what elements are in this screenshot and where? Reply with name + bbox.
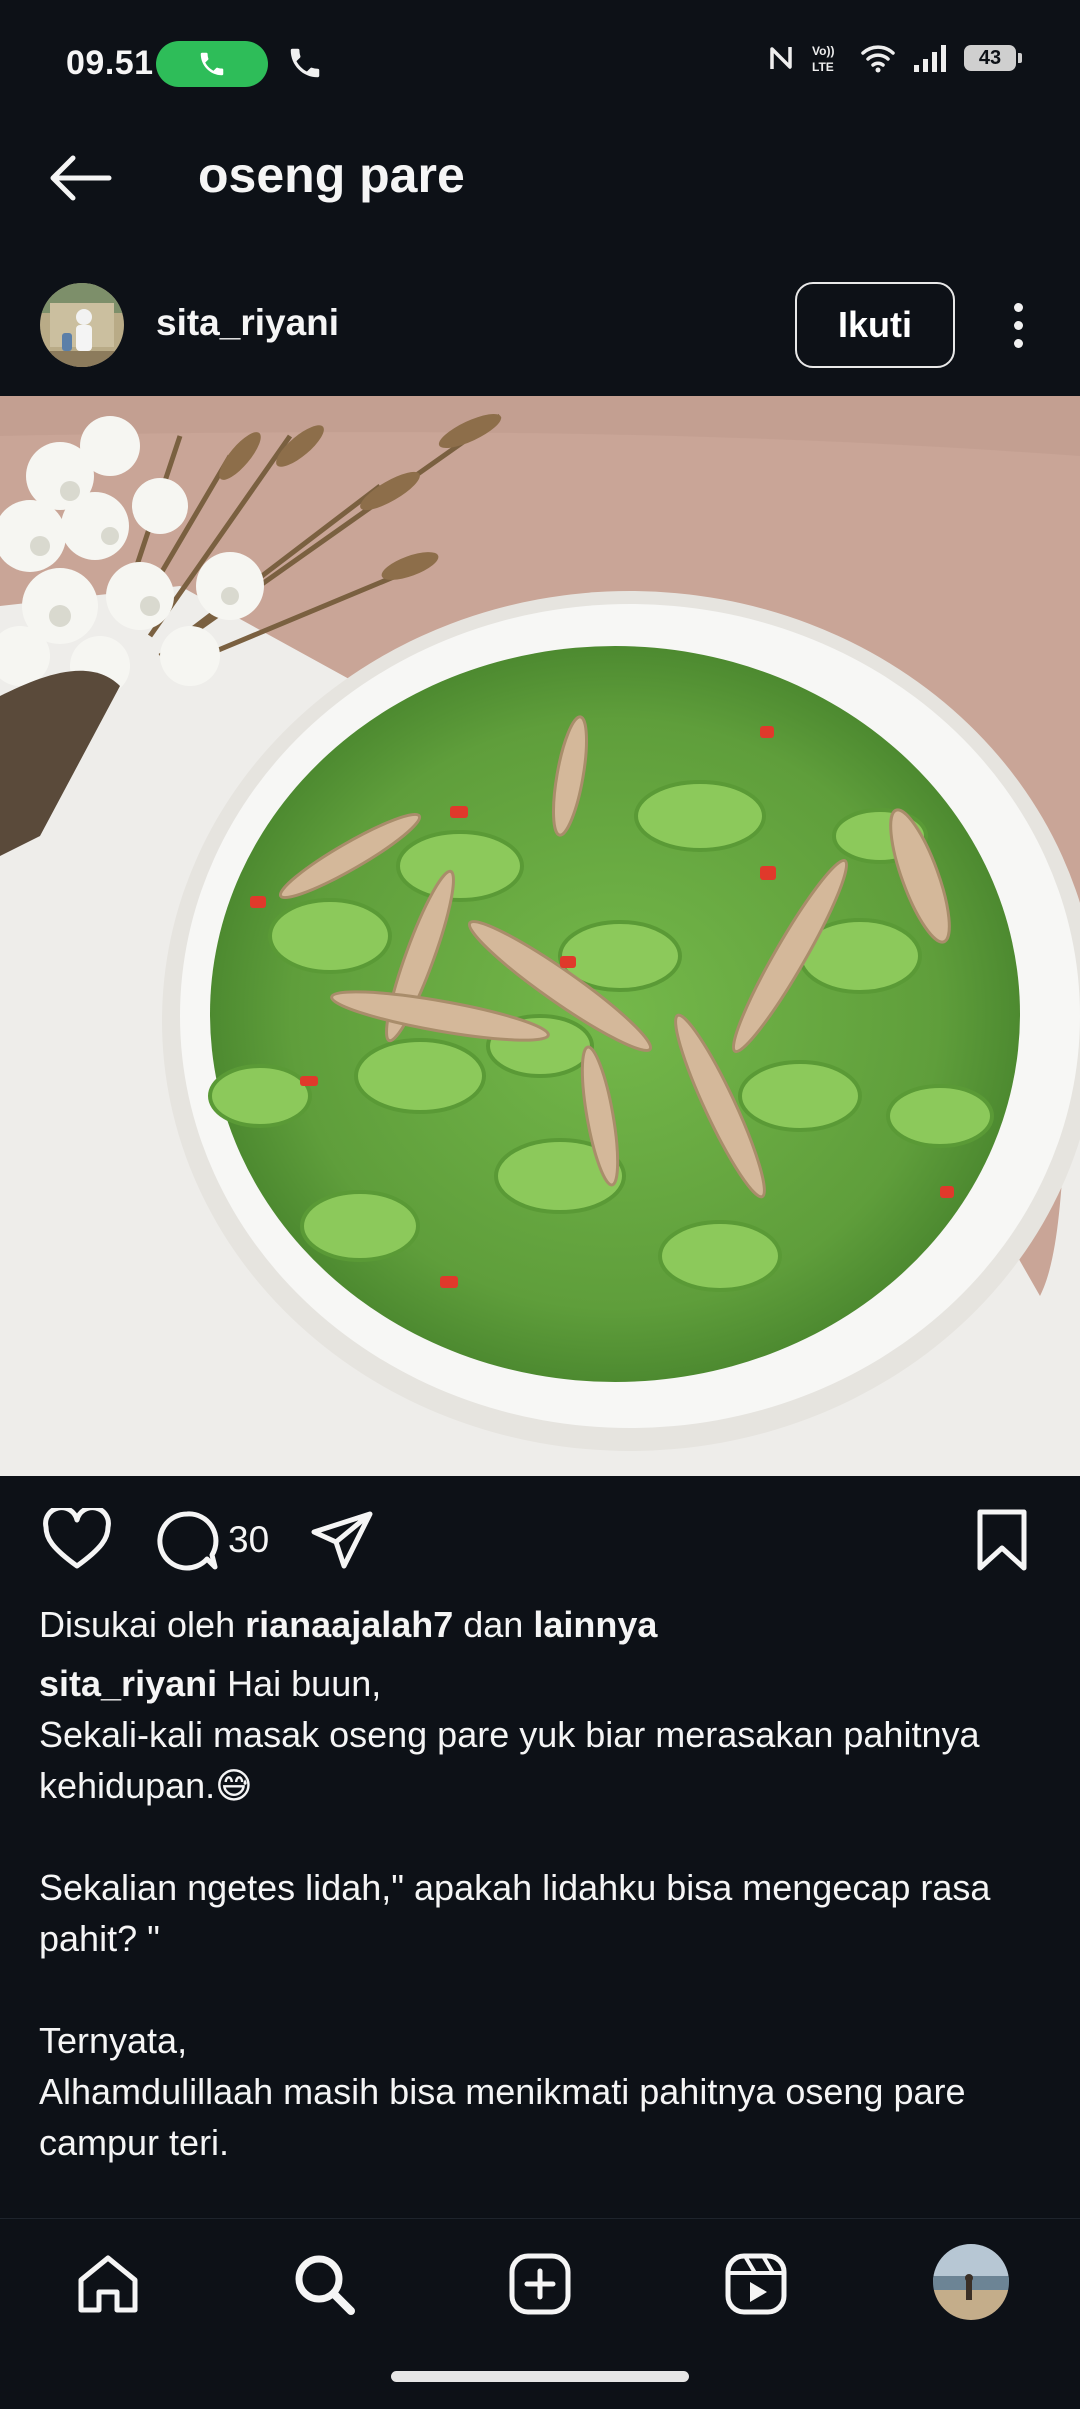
nfc-icon — [770, 47, 792, 69]
save-button[interactable] — [972, 1508, 1032, 1579]
caption-line: Sekali-kali masak oseng pare yuk biar me… — [39, 1714, 980, 1755]
send-icon — [311, 1511, 373, 1569]
comment-icon — [157, 1511, 219, 1571]
home-icon[interactable] — [70, 2246, 146, 2322]
likes-connector: dan — [463, 1604, 524, 1645]
wifi-icon — [861, 45, 895, 73]
signal-icon — [914, 45, 946, 72]
volte-icon: Vo)) LTE — [812, 44, 834, 74]
caption-line: Sekalian ngetes lidah," apakah lidahku b… — [39, 1867, 991, 1908]
follow-button[interactable]: Ikuti — [795, 282, 955, 368]
more-options-icon[interactable] — [998, 292, 1038, 358]
comment-count[interactable]: 30 — [228, 1519, 269, 1561]
call-active-icon[interactable] — [156, 41, 268, 87]
comment-button[interactable] — [154, 1508, 220, 1579]
caption-username[interactable]: sita_riyani — [39, 1663, 217, 1704]
caption-line: Ternyata, — [39, 2020, 188, 2061]
page-title: oseng pare — [198, 147, 465, 203]
phone-icon — [286, 44, 324, 87]
battery-level: 43 — [978, 46, 1002, 69]
heart-icon — [43, 1505, 111, 1569]
search-icon[interactable] — [286, 2246, 362, 2322]
header-bar — [0, 128, 1080, 248]
svg-text:LTE: LTE — [812, 60, 834, 74]
bookmark-icon — [977, 1509, 1027, 1571]
post-author-username[interactable]: sita_riyani — [156, 302, 339, 344]
caption-line: Alhamdulillaah masih bisa menikmati pahi… — [39, 2071, 966, 2112]
caption-line: campur teri. — [39, 2122, 230, 2163]
post-caption: sita_riyani Hai buun, Sekali-kali masak … — [39, 1658, 1049, 2168]
status-time: 09.51 — [66, 44, 154, 82]
likes-summary[interactable]: Disukai oleh rianaajalah7 dan lainnya — [39, 1604, 657, 1646]
status-icons: Vo)) LTE 43 — [768, 42, 1022, 74]
share-button[interactable] — [310, 1508, 376, 1579]
likes-prefix: Disukai oleh — [39, 1604, 236, 1645]
caption-line — [39, 1811, 1049, 1862]
svg-text:Vo)): Vo)) — [812, 44, 834, 58]
create-post-icon[interactable] — [502, 2246, 578, 2322]
avatar[interactable] — [40, 283, 124, 367]
arrow-left-icon — [50, 155, 112, 201]
profile-avatar[interactable] — [933, 2244, 1009, 2320]
caption-line — [39, 1964, 1049, 2015]
caption-line: kehidupan.😅 — [39, 1765, 253, 1806]
like-button[interactable] — [42, 1505, 112, 1577]
caption-text: Hai buun, — [227, 1663, 382, 1704]
back-button[interactable] — [40, 150, 120, 206]
battery-icon: 43 — [964, 45, 1022, 71]
likes-others[interactable]: lainnya — [533, 1604, 657, 1645]
liker-username[interactable]: rianaajalah7 — [245, 1604, 453, 1645]
caption-line: pahit? " — [39, 1918, 160, 1959]
post-image[interactable] — [0, 396, 1080, 1476]
reels-icon[interactable] — [718, 2246, 794, 2322]
home-indicator[interactable] — [391, 2371, 689, 2382]
